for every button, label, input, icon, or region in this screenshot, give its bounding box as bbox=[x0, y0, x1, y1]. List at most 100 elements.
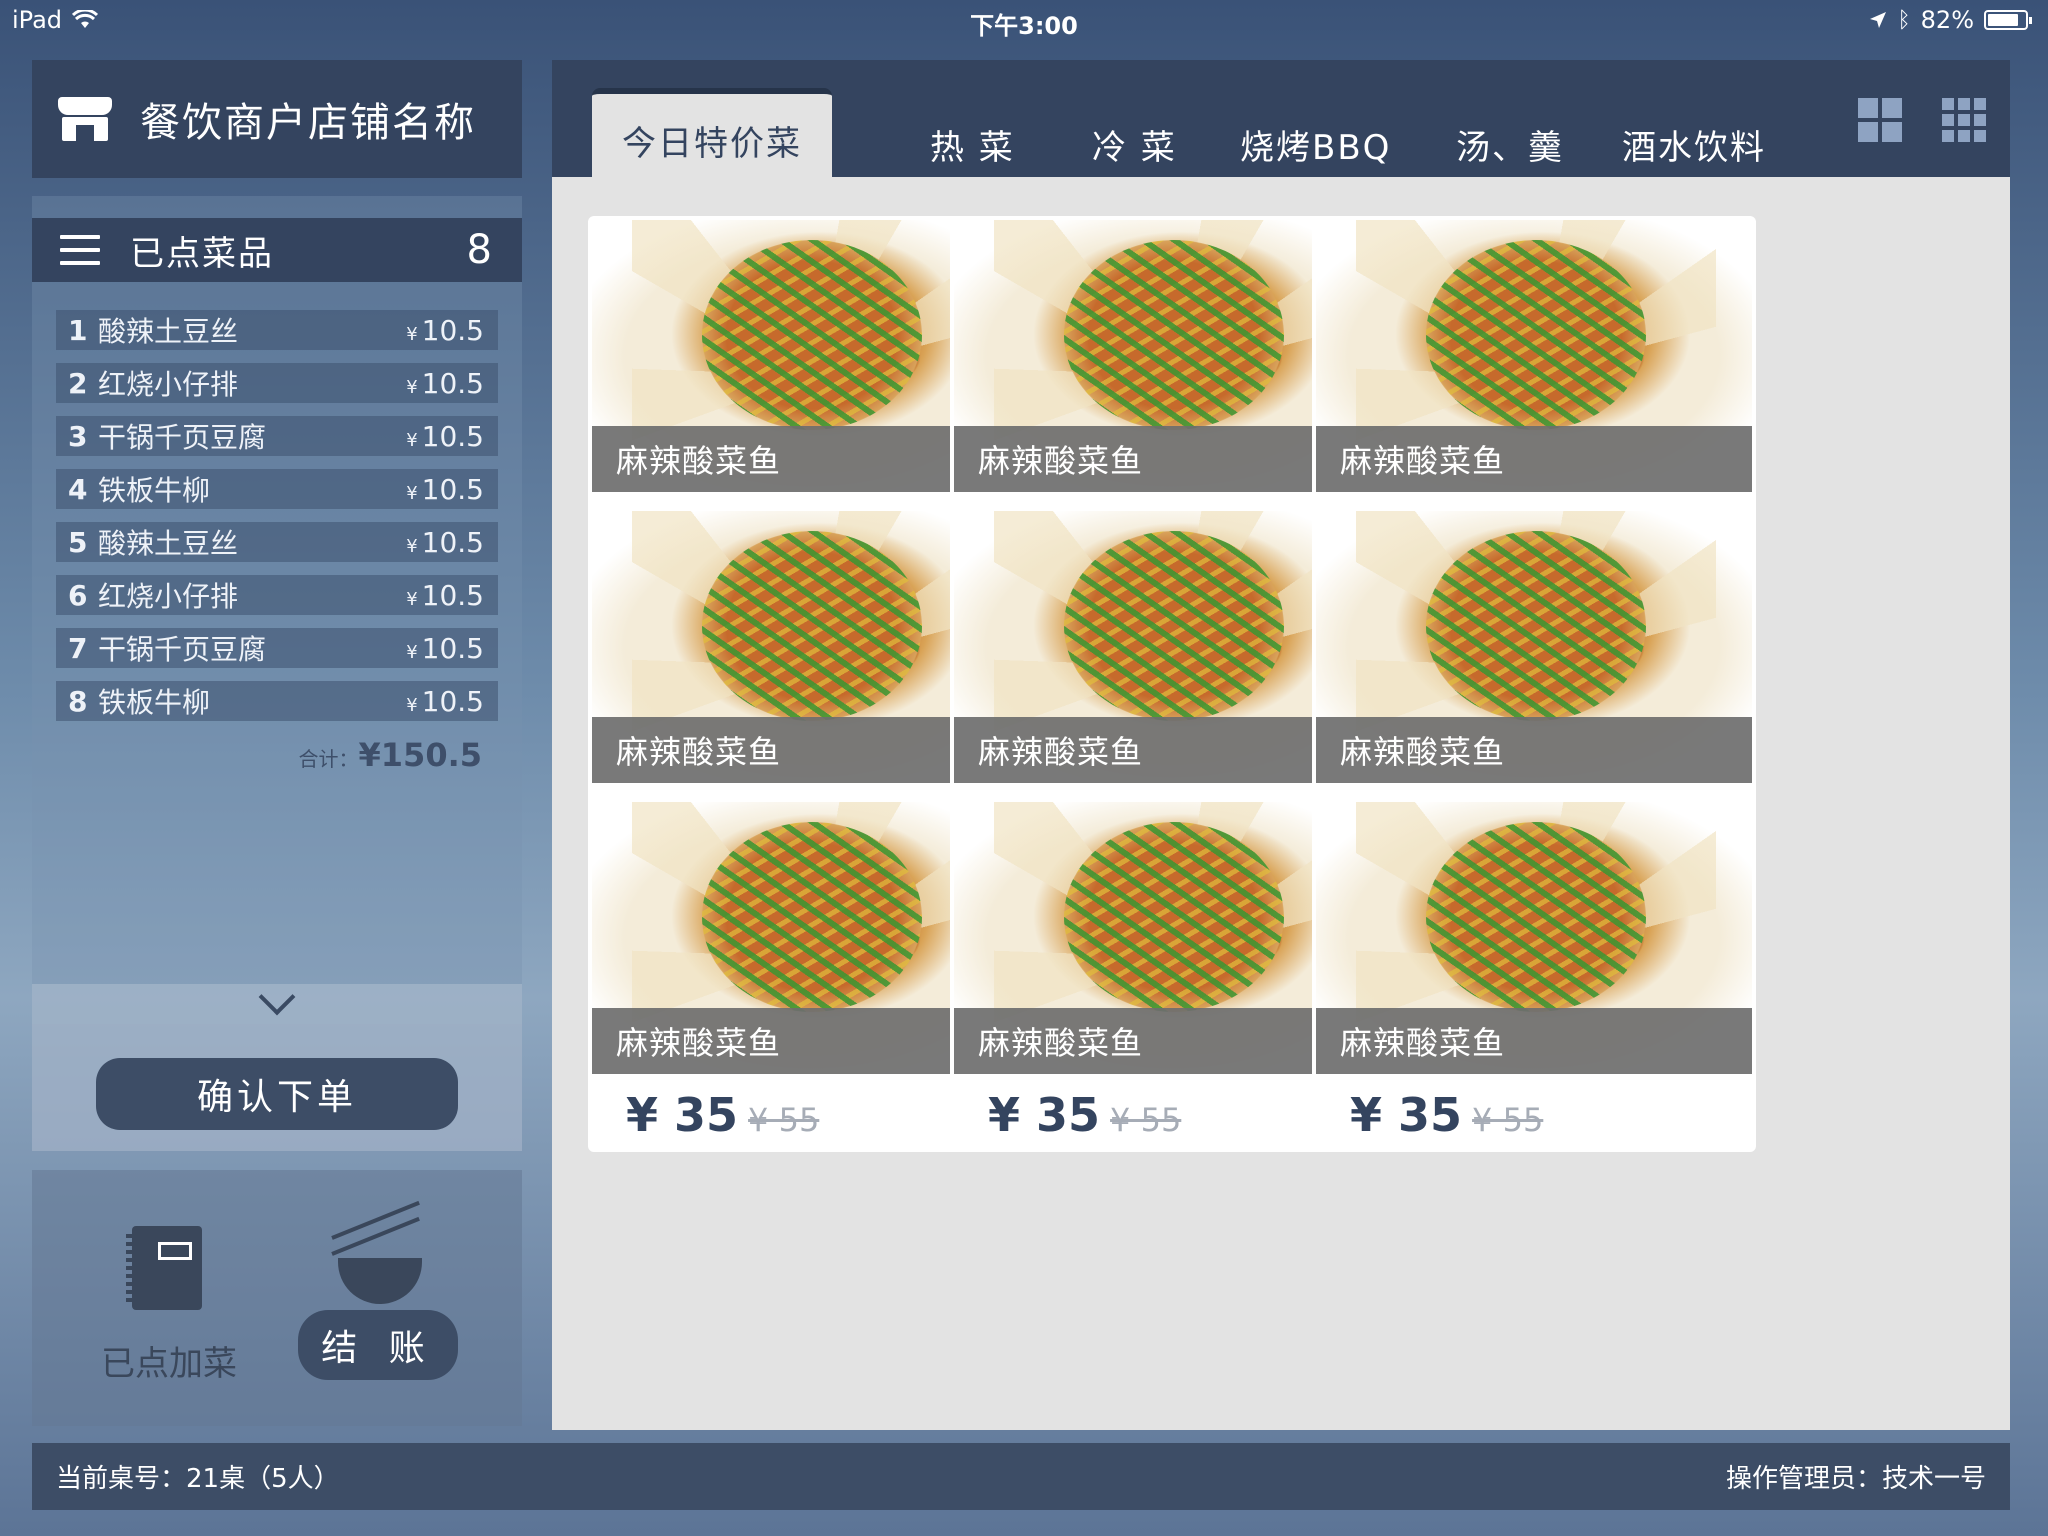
order-row[interactable]: 2 红烧小仔排 ¥10.5 bbox=[56, 363, 498, 403]
order-row[interactable]: 1 酸辣土豆丝 ¥10.5 bbox=[56, 310, 498, 350]
dish-name: 麻辣酸菜鱼 bbox=[1316, 1008, 1752, 1074]
order-row-number: 8 bbox=[68, 684, 88, 718]
order-row-number: 3 bbox=[68, 419, 88, 453]
currency-symbol: ¥ bbox=[406, 641, 418, 663]
order-header: 已点菜品 8 bbox=[32, 218, 522, 282]
currency-symbol: ¥ bbox=[406, 429, 418, 451]
total-label: 合计： bbox=[298, 747, 359, 771]
status-bar: iPad 下午3:00 ᛒ 82% bbox=[0, 0, 2048, 40]
order-row[interactable]: 6 红烧小仔排 ¥10.5 bbox=[56, 575, 498, 615]
collapse-toggle[interactable] bbox=[32, 978, 522, 1024]
menu-icon[interactable] bbox=[60, 235, 100, 265]
order-row-name: 红烧小仔排 bbox=[98, 368, 239, 401]
store-name: 餐饮商户店铺名称 bbox=[140, 100, 476, 146]
battery-percent: 82% bbox=[1920, 6, 1974, 34]
price-value: 10.5 bbox=[421, 631, 484, 665]
order-row-number: 6 bbox=[68, 578, 88, 612]
currency-symbol: ¥ bbox=[406, 376, 418, 398]
tab-soups[interactable]: 汤、羹 bbox=[1456, 120, 1564, 169]
dish-name: 麻辣酸菜鱼 bbox=[1316, 426, 1752, 492]
order-row-price: ¥10.5 bbox=[406, 420, 484, 453]
dish-original-price: ¥ 55 bbox=[1472, 1101, 1544, 1139]
menu-panel: 今日特价菜 热 菜 冷 菜 烧烤BBQ 汤、羹 酒水饮料 麻辣酸菜鱼¥ 35¥ … bbox=[552, 60, 2010, 1430]
order-row[interactable]: 3 干锅千页豆腐 ¥10.5 bbox=[56, 416, 498, 456]
store-header: 餐饮商户店铺名称 bbox=[32, 60, 522, 178]
price-value: 10.5 bbox=[421, 366, 484, 400]
order-list: 1 酸辣土豆丝 ¥10.5 2 红烧小仔排 ¥10.5 3 干锅千页豆腐 ¥10.5 4 铁板牛柳 ¥… bbox=[56, 310, 498, 734]
order-row-price: ¥10.5 bbox=[406, 685, 484, 718]
order-row[interactable]: 7 干锅千页豆腐 ¥10.5 bbox=[56, 628, 498, 668]
order-row-name: 干锅千页豆腐 bbox=[98, 633, 267, 666]
order-row[interactable]: 4 铁板牛柳 ¥10.5 bbox=[56, 469, 498, 509]
order-row-price: ¥10.5 bbox=[406, 526, 484, 559]
location-arrow-icon bbox=[1870, 12, 1887, 28]
order-row-name: 铁板牛柳 bbox=[98, 474, 211, 507]
order-count: 8 bbox=[466, 227, 492, 273]
battery-icon bbox=[1984, 10, 2032, 30]
price-value: 10.5 bbox=[421, 472, 484, 506]
currency-symbol: ¥ bbox=[406, 535, 418, 557]
checkout-button[interactable]: 结 账 bbox=[298, 1310, 458, 1380]
order-title: 已点菜品 bbox=[130, 233, 274, 274]
order-row-price: ¥10.5 bbox=[406, 367, 484, 400]
price-value: 10.5 bbox=[421, 578, 484, 612]
footer-bar: 当前桌号：21桌（5人） 操作管理员：技术一号 bbox=[32, 1443, 2010, 1510]
order-row-price: ¥10.5 bbox=[406, 632, 484, 665]
order-row-name: 铁板牛柳 bbox=[98, 686, 211, 719]
order-row-name: 酸辣土豆丝 bbox=[98, 527, 239, 560]
order-row-number: 4 bbox=[68, 472, 88, 506]
currency-symbol: ¥ bbox=[406, 588, 418, 610]
order-row-name: 酸辣土豆丝 bbox=[98, 315, 239, 348]
order-row-price: ¥10.5 bbox=[406, 579, 484, 612]
grid-4-icon[interactable] bbox=[1858, 98, 1902, 142]
order-total: 合计：¥150.5 bbox=[299, 736, 482, 774]
clock: 下午3:00 bbox=[970, 12, 1078, 40]
currency-symbol: ¥ bbox=[406, 694, 418, 716]
order-row-number: 2 bbox=[68, 366, 88, 400]
dish-prices: ¥ 35¥ 55 bbox=[626, 1088, 819, 1142]
order-row-number: 1 bbox=[68, 313, 88, 347]
tab-drinks[interactable]: 酒水饮料 bbox=[1622, 120, 1766, 169]
category-tabs: 今日特价菜 热 菜 冷 菜 烧烤BBQ 汤、羹 酒水饮料 bbox=[552, 60, 2010, 178]
order-row-price: ¥10.5 bbox=[406, 314, 484, 347]
total-value: ¥150.5 bbox=[358, 736, 482, 774]
dish-price: ¥ 35 bbox=[1350, 1088, 1463, 1142]
dish-price: ¥ 35 bbox=[988, 1088, 1101, 1142]
dish-original-price: ¥ 55 bbox=[1110, 1101, 1182, 1139]
confirm-order-button[interactable]: 确认下单 bbox=[96, 1058, 458, 1130]
dish-name: 麻辣酸菜鱼 bbox=[1316, 717, 1752, 783]
currency-symbol: ¥ bbox=[406, 323, 418, 345]
order-row-name: 干锅千页豆腐 bbox=[98, 421, 267, 454]
dish-card[interactable]: 麻辣酸菜鱼 ¥ 35¥ 55 bbox=[1312, 798, 1756, 1152]
notebook-icon[interactable] bbox=[126, 1226, 202, 1310]
tab-specials[interactable]: 今日特价菜 bbox=[592, 88, 832, 178]
order-row-name: 红烧小仔排 bbox=[98, 580, 239, 613]
store-icon bbox=[58, 97, 112, 141]
order-panel: 已点菜品 8 1 酸辣土豆丝 ¥10.5 2 红烧小仔排 ¥10.5 3 干锅千页豆腐 ¥10.… bbox=[32, 196, 522, 1151]
action-panel: 已点加菜 结 账 bbox=[32, 1170, 522, 1426]
dish-prices: ¥ 35¥ 55 bbox=[988, 1088, 1181, 1142]
grid-9-icon[interactable] bbox=[1942, 98, 1986, 142]
price-value: 10.5 bbox=[421, 419, 484, 453]
price-value: 10.5 bbox=[421, 313, 484, 347]
order-row[interactable]: 8 铁板牛柳 ¥10.5 bbox=[56, 681, 498, 721]
operator-info: 操作管理员：技术一号 bbox=[1725, 1464, 1986, 1494]
tab-bbq[interactable]: 烧烤BBQ bbox=[1240, 120, 1391, 169]
added-dishes-button[interactable]: 已点加菜 bbox=[94, 1336, 244, 1385]
chevron-down-icon bbox=[258, 978, 296, 1016]
table-info: 当前桌号：21桌（5人） bbox=[56, 1464, 340, 1494]
order-row-number: 7 bbox=[68, 631, 88, 665]
price-value: 10.5 bbox=[421, 684, 484, 718]
price-value: 10.5 bbox=[421, 525, 484, 559]
bluetooth-icon: ᛒ bbox=[1897, 7, 1911, 33]
bowl-chopsticks-icon bbox=[328, 1200, 428, 1310]
tab-cold-dishes[interactable]: 冷 菜 bbox=[1092, 120, 1177, 169]
tab-hot-dishes[interactable]: 热 菜 bbox=[930, 120, 1015, 169]
dish-prices: ¥ 35¥ 55 bbox=[1350, 1088, 1543, 1142]
order-row-number: 5 bbox=[68, 525, 88, 559]
dish-original-price: ¥ 55 bbox=[748, 1101, 820, 1139]
currency-symbol: ¥ bbox=[406, 482, 418, 504]
order-row[interactable]: 5 酸辣土豆丝 ¥10.5 bbox=[56, 522, 498, 562]
dish-price: ¥ 35 bbox=[626, 1088, 739, 1142]
order-row-price: ¥10.5 bbox=[406, 473, 484, 506]
